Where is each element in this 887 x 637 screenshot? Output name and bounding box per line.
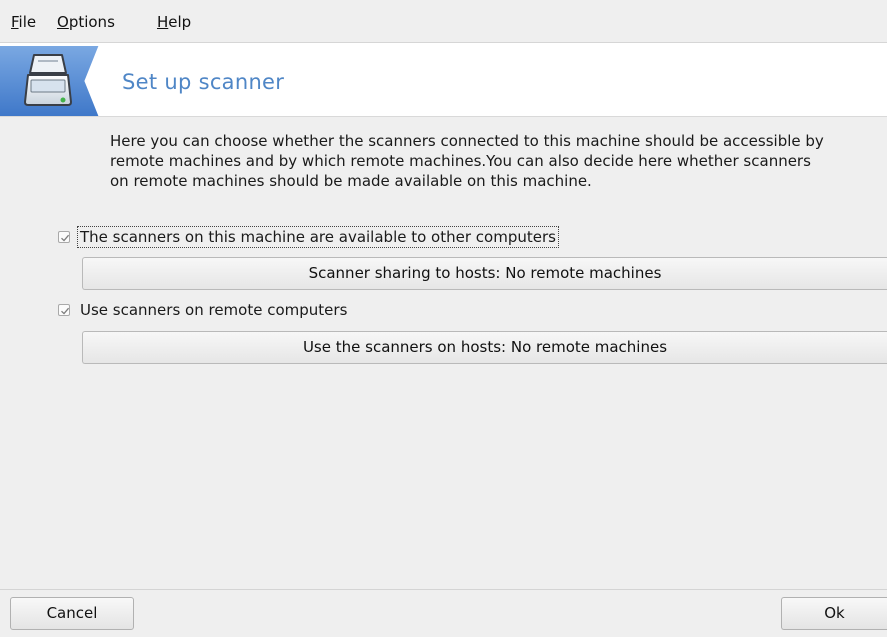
menu-bar: File Options Help (0, 0, 887, 43)
menu-options[interactable]: Options (57, 13, 115, 31)
sharing-checkbox[interactable] (58, 231, 70, 243)
checkmark-icon (61, 307, 70, 315)
menu-file[interactable]: File (11, 13, 36, 31)
description-text: Here you can choose whether the scanners… (110, 132, 824, 190)
banner-icon-area (0, 45, 118, 117)
scanner-sharing-hosts-button[interactable]: Scanner sharing to hosts: No remote mach… (82, 257, 887, 290)
remote-checkbox[interactable] (58, 304, 70, 316)
menu-help[interactable]: Help (157, 13, 191, 31)
ok-button[interactable]: Ok (781, 597, 887, 630)
header-banner: Set up scanner (0, 43, 887, 117)
scanner-setup-window: File Options Help Set up scanner Here yo… (0, 0, 887, 637)
scanner-icon (0, 45, 102, 117)
remote-checkbox-label[interactable]: Use scanners on remote computers (78, 300, 349, 320)
remote-hosts-button[interactable]: Use the scanners on hosts: No remote mac… (82, 331, 887, 364)
bottom-separator (0, 589, 887, 590)
sharing-checkbox-label[interactable]: The scanners on this machine are availab… (77, 226, 559, 248)
checkmark-icon (61, 234, 70, 242)
sharing-checkbox-row[interactable]: The scanners on this machine are availab… (58, 226, 559, 248)
remote-checkbox-row[interactable]: Use scanners on remote computers (58, 299, 349, 321)
page-title: Set up scanner (122, 70, 285, 94)
cancel-button[interactable]: Cancel (10, 597, 134, 630)
